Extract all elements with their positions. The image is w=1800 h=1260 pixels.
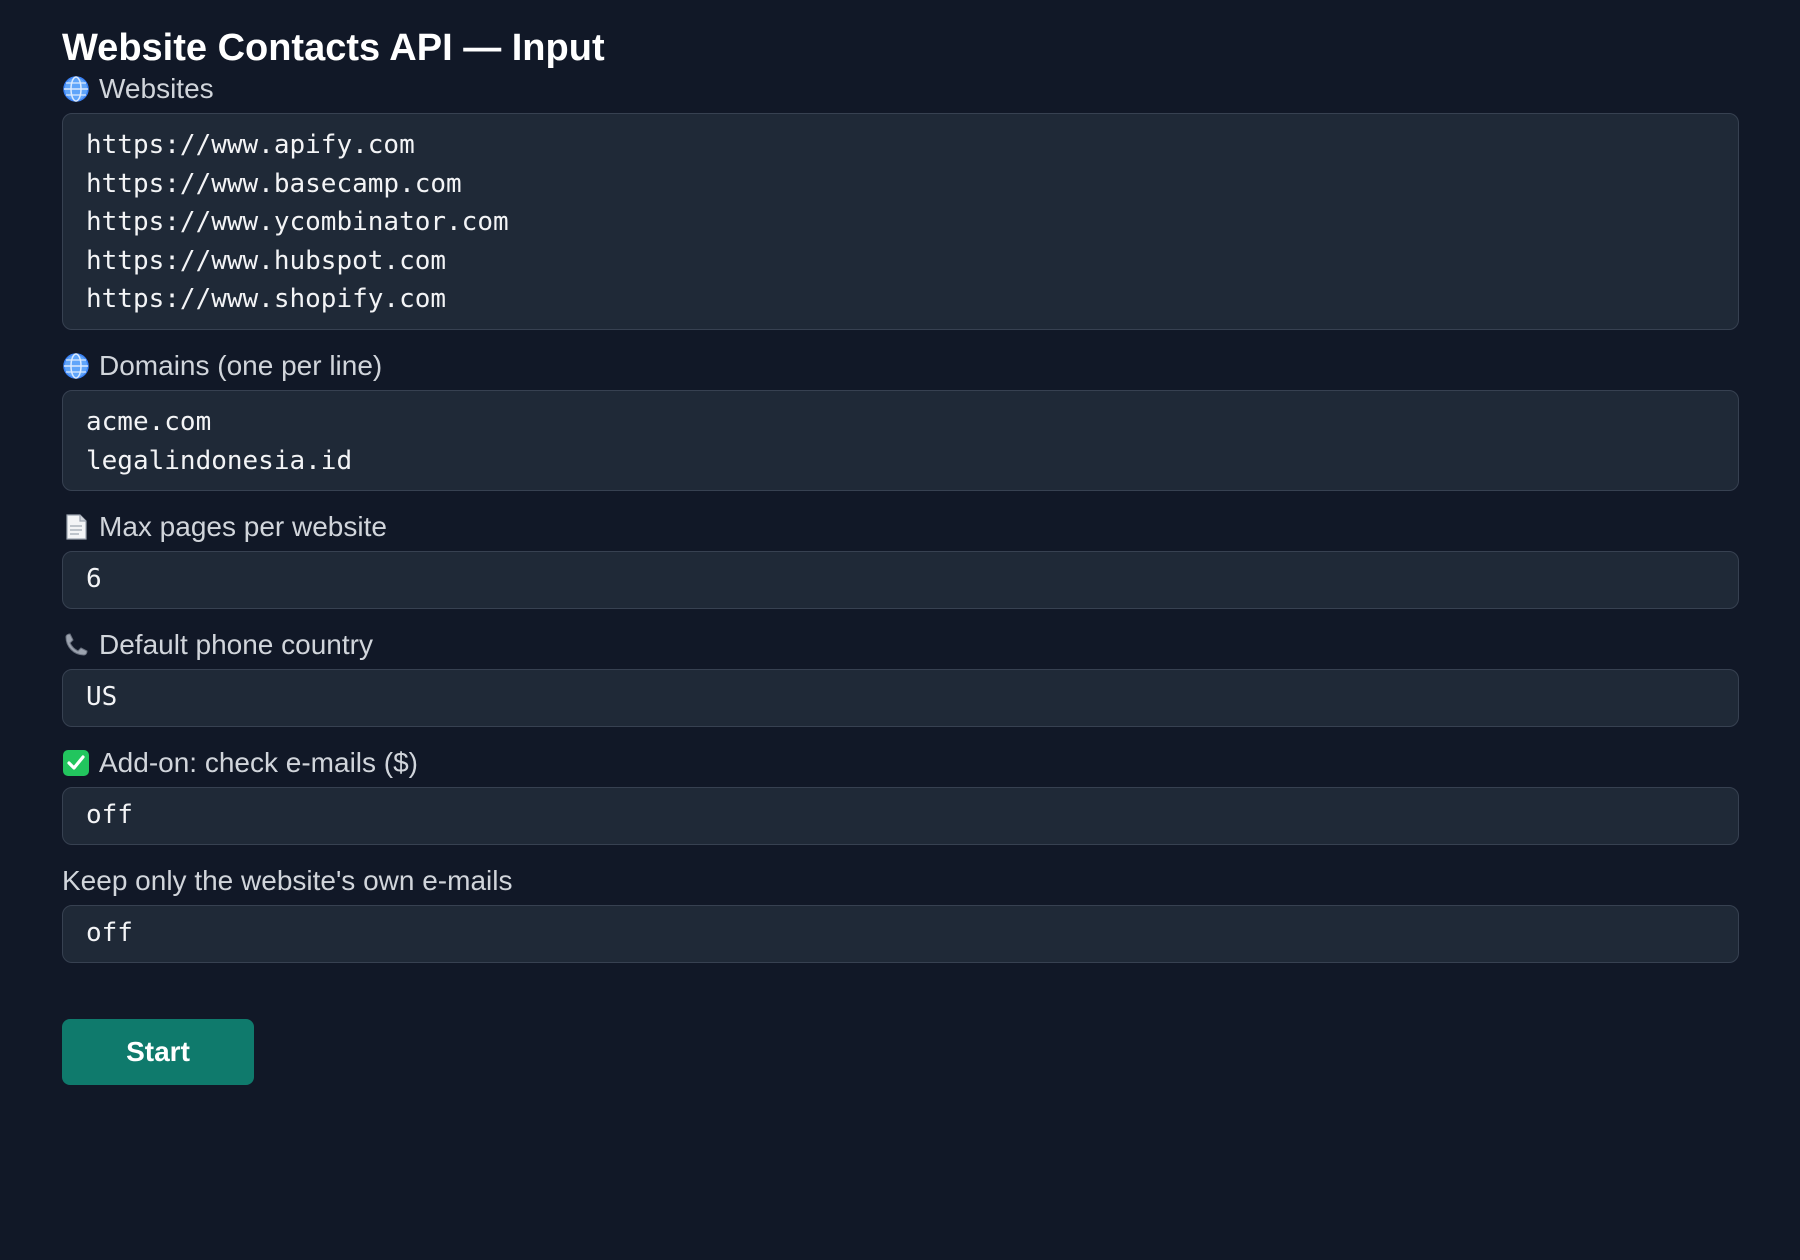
own-emails-input[interactable]: off xyxy=(62,905,1739,964)
check-emails-label-text: Add-on: check e-mails ($) xyxy=(99,747,419,779)
websites-line: https://www.shopify.com xyxy=(86,284,447,315)
websites-line: https://www.hubspot.com xyxy=(86,245,447,276)
domains-line: legalindonesia.id xyxy=(86,445,353,476)
max-pages-input[interactable]: 6 xyxy=(62,551,1739,610)
phone-icon xyxy=(62,631,90,659)
own-emails-label-text: Keep only the website's own e-mails xyxy=(62,865,513,897)
max-pages-label: Max pages per website xyxy=(62,510,1739,544)
page-icon xyxy=(62,513,90,541)
start-button[interactable]: Start xyxy=(62,1019,254,1086)
websites-line: https://www.ycombinator.com xyxy=(86,207,509,238)
websites-label: Websites xyxy=(62,72,1739,106)
globe-icon xyxy=(62,75,90,103)
phone-country-label-text: Default phone country xyxy=(99,629,373,661)
websites-line: https://www.apify.com xyxy=(86,130,415,160)
domains-line: acme.com xyxy=(86,406,212,437)
websites-label-text: Websites xyxy=(99,73,214,104)
check-emails-input[interactable]: off xyxy=(62,787,1739,846)
domains-textarea[interactable]: acme.com legalindonesia.id xyxy=(62,389,1739,492)
domains-label-text: Domains (one per line) xyxy=(99,349,383,381)
input-form: Website Contacts API — Input Websites ht… xyxy=(62,24,1739,1086)
own-emails-label: Keep only the website's own e-mails xyxy=(62,864,1739,898)
globe-icon xyxy=(62,352,90,380)
page-title: Website Contacts API — Input xyxy=(62,27,605,69)
checkmark-icon xyxy=(62,749,90,777)
websites-line: https://www.basecamp.com xyxy=(86,168,462,199)
websites-textarea[interactable]: https://www.apify.com https://www.baseca… xyxy=(62,113,1739,330)
check-emails-label: Add-on: check e-mails ($) xyxy=(62,746,1739,780)
phone-country-input[interactable]: US xyxy=(62,669,1739,728)
phone-country-label: Default phone country xyxy=(62,628,1739,662)
domains-label: Domains (one per line) xyxy=(62,349,1739,383)
max-pages-label-text: Max pages per website xyxy=(99,511,387,543)
